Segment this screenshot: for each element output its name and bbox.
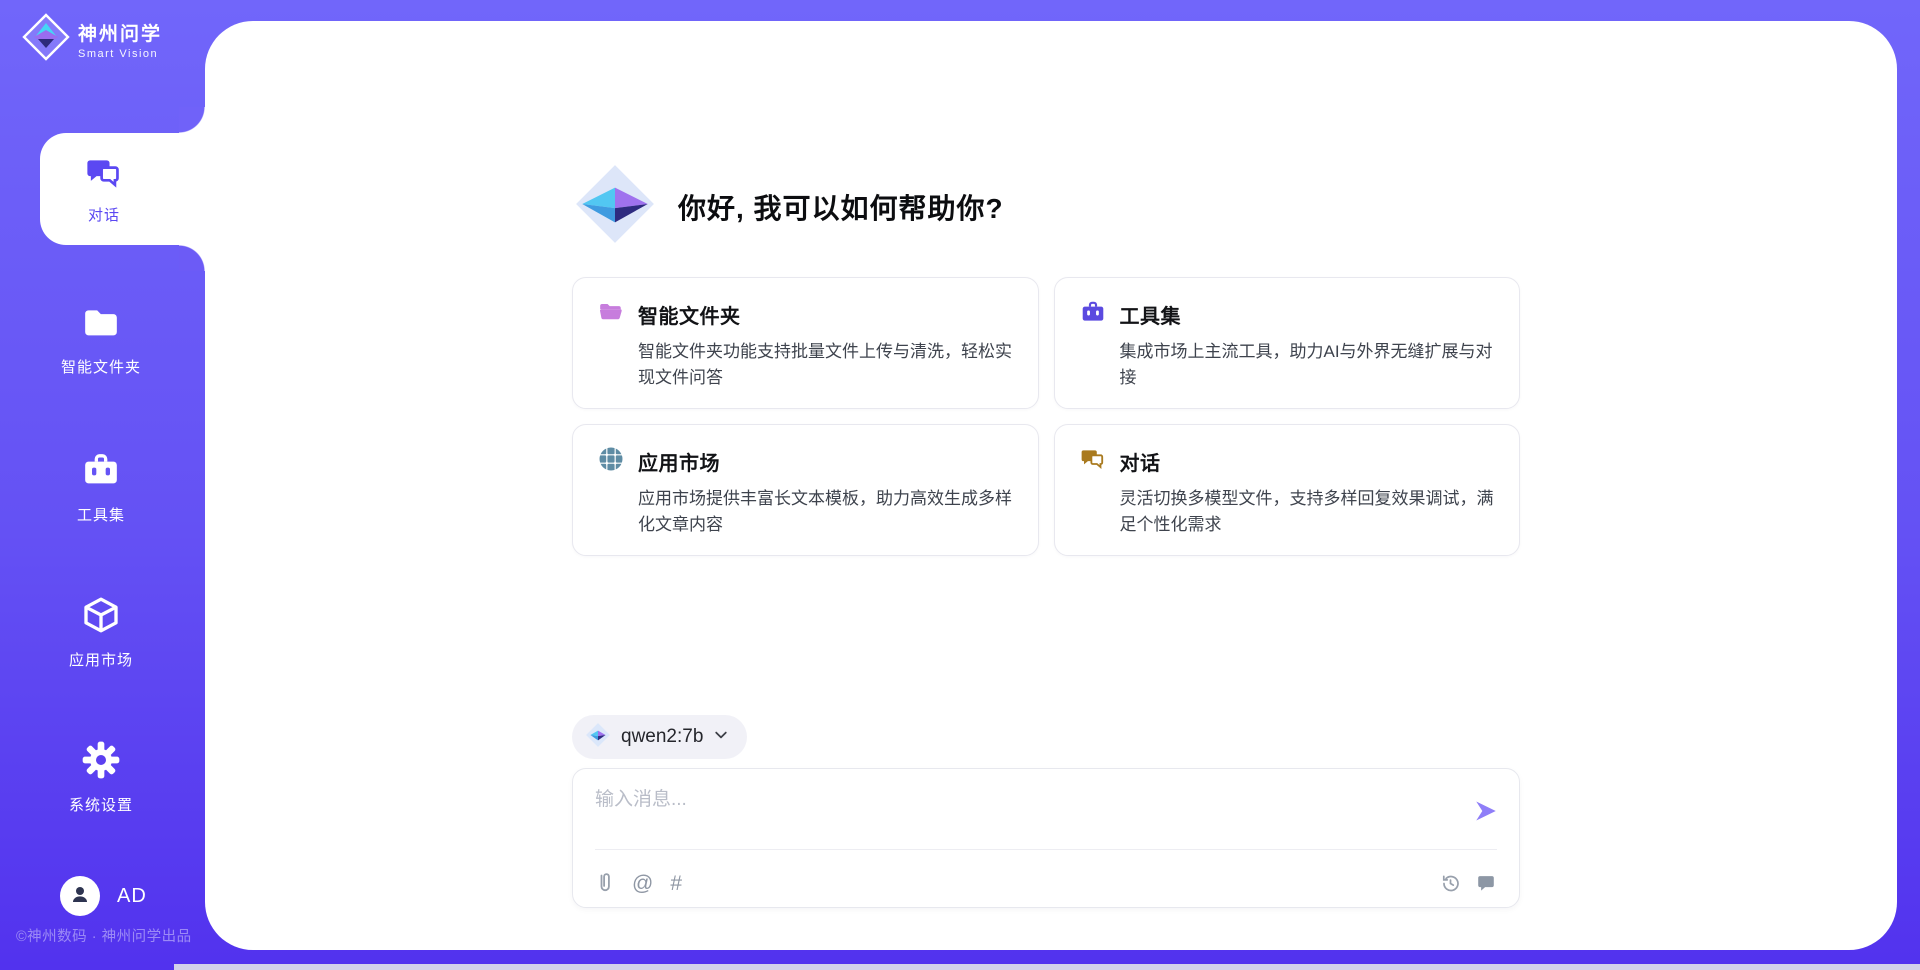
send-icon[interactable] (1473, 798, 1499, 824)
sidebar-item-label: 工具集 (77, 504, 125, 525)
gear-icon (81, 740, 121, 785)
person-icon (68, 882, 92, 911)
sidebar-item-label: 系统设置 (69, 794, 133, 815)
message-input[interactable] (595, 784, 1435, 842)
window-bottom-edge (174, 964, 1920, 970)
history-icon[interactable] (1439, 872, 1462, 895)
card-smart-folder[interactable]: 智能文件夹 智能文件夹功能支持批量文件上传与清洗，轻松实现文件问答 (572, 277, 1039, 409)
copyright-text: ©神州数码 · 神州问学出品 (16, 925, 192, 946)
card-app-market[interactable]: 应用市场 应用市场提供丰富长文本模板，助力高效生成多样化文章内容 (572, 424, 1039, 556)
grid-icon (598, 446, 624, 477)
greeting-title: 你好, 我可以如何帮助你? (678, 187, 1004, 227)
chat-icon (85, 154, 123, 197)
paperclip-icon[interactable] (595, 871, 615, 895)
app-subtitle: Smart Vision (78, 48, 162, 60)
card-description: 集成市场上主流工具，助力AI与外界无缝扩展与对接 (1120, 339, 1495, 392)
app-logo: 神州问学 Smart Vision (22, 13, 162, 66)
model-selector[interactable]: qwen2:7b (572, 715, 747, 759)
composer-tools-left: @ # (595, 867, 682, 899)
user-initials: AD (117, 885, 147, 908)
sidebar-item-smart-folder[interactable]: 智能文件夹 (0, 302, 202, 377)
sidebar-item-chat[interactable]: 对话 (40, 133, 206, 245)
folder-open-icon (598, 299, 624, 330)
sidebar-item-app-market[interactable]: 应用市场 (0, 595, 202, 670)
composer-divider (595, 849, 1497, 850)
chat-bubble-icon[interactable] (1475, 872, 1497, 894)
card-toolset[interactable]: 工具集 集成市场上主流工具，助力AI与外界无缝扩展与对接 (1054, 277, 1521, 409)
message-composer: @ # (572, 768, 1520, 908)
card-description: 智能文件夹功能支持批量文件上传与清洗，轻松实现文件问答 (638, 339, 1013, 392)
hash-icon[interactable]: # (670, 873, 682, 894)
at-icon[interactable]: @ (632, 873, 653, 894)
cube-icon (81, 595, 121, 640)
sidebar-item-label: 应用市场 (69, 649, 133, 670)
card-description: 灵活切换多模型文件，支持多样回复效果调试，满足个性化需求 (1120, 486, 1495, 539)
briefcase-icon (1080, 299, 1106, 330)
user-profile[interactable]: AD (60, 876, 147, 916)
briefcase-icon (81, 450, 121, 495)
sidebar-item-label: 对话 (88, 204, 120, 225)
avatar (60, 876, 100, 916)
card-title: 智能文件夹 (638, 300, 741, 329)
card-title: 工具集 (1120, 300, 1182, 329)
card-chat[interactable]: 对话 灵活切换多模型文件，支持多样回复效果调试，满足个性化需求 (1054, 424, 1521, 556)
active-tab-connector-top (179, 107, 205, 133)
chat-icon (1080, 446, 1106, 477)
sidebar-item-toolset[interactable]: 工具集 (0, 450, 202, 525)
chevron-down-icon (713, 727, 729, 748)
sidebar: 神州问学 Smart Vision 对话 智能文件夹 (0, 0, 205, 970)
folder-icon (81, 302, 121, 347)
card-description: 应用市场提供丰富长文本模板，助力高效生成多样化文章内容 (638, 486, 1013, 539)
greeting-logo-icon (572, 161, 658, 252)
sidebar-item-settings[interactable]: 系统设置 (0, 740, 202, 815)
app-title: 神州问学 (78, 19, 162, 46)
active-tab-connector-bottom (179, 245, 205, 271)
main-content: 你好, 我可以如何帮助你? 智能文件夹 智能文件夹功能支持批量文件上传与清洗，轻… (205, 21, 1897, 950)
model-name: qwen2:7b (621, 726, 703, 748)
card-title: 应用市场 (638, 447, 720, 476)
card-title: 对话 (1120, 447, 1161, 476)
diamond-logo-icon (22, 13, 70, 66)
model-logo-icon (585, 722, 611, 753)
feature-cards: 智能文件夹 智能文件夹功能支持批量文件上传与清洗，轻松实现文件问答 工具集 (572, 277, 1520, 556)
greeting-row: 你好, 我可以如何帮助你? (572, 161, 1004, 252)
composer-tools-right (1439, 867, 1497, 899)
sidebar-item-label: 智能文件夹 (61, 356, 141, 377)
